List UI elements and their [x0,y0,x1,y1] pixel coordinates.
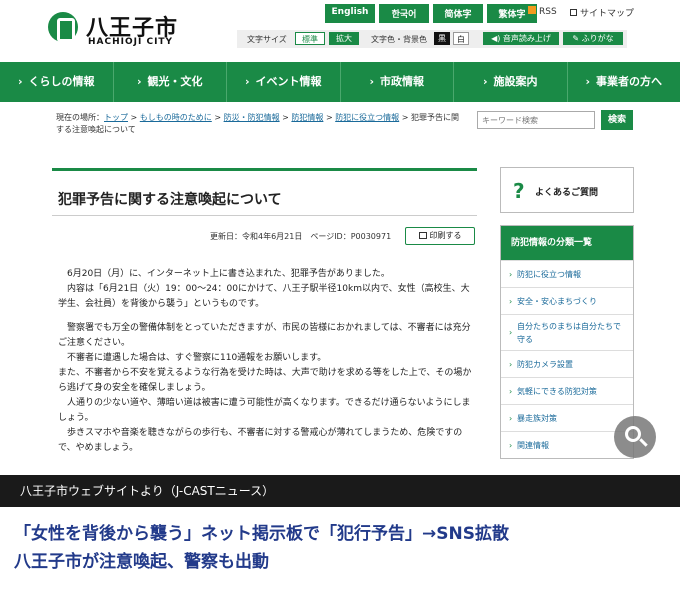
article: 犯罪予告に関する注意喚起について 更新日：令和4年6月21日 ページID：P00… [52,168,477,475]
page-id: ページID：P0030971 [310,232,392,241]
breadcrumb-prefix: 現在の場所： [56,113,104,122]
updated-date: 更新日：令和4年6月21日 [210,232,303,241]
breadcrumb-link-top[interactable]: トップ [104,113,128,122]
lang-simplified-chinese[interactable]: 简体字 [433,4,483,23]
main-nav: くらしの情報 観光・文化 イベント情報 市政情報 施設案内 事業者の方へ [0,62,680,102]
category-list: 防犯情報の分類一覧 防犯に役立つ情報 安全・安心まちづくり 自分たちのまちは自分… [500,225,634,459]
furigana-button[interactable]: ✎ ふりがな [563,32,623,45]
color-label: 文字色・背景色 [371,35,427,44]
sitemap-icon [570,9,577,16]
print-label: 印刷する [429,231,462,240]
category-item[interactable]: 自分たちのまちは自分たちで守る [501,314,633,350]
color-white-button[interactable]: 白 [453,32,469,45]
rss-link[interactable]: RSS [528,6,557,17]
printer-icon [418,232,427,239]
article-paragraph: 内容は「6月21日（火）19：00～24：00にかけて、八王子駅半径10km以内… [58,284,470,309]
category-item[interactable]: 暴走族対策 [501,404,633,431]
read-aloud-button[interactable]: ◀) 音声読み上げ [483,32,559,45]
breadcrumb-separator: > [130,113,138,122]
screenshot-frame: 八王子市 HACHIOJI CITY English 한국어 简体字 繁体字 R… [0,0,680,590]
search-input[interactable] [477,111,595,129]
article-paragraph: 人通りの少ない道や、薄暗い道は被害に遭う可能性が高くなります。できるだけ通らない… [58,398,471,423]
pencil-icon: ✎ [572,34,580,43]
breadcrumb-link-emergency[interactable]: もしもの時のために [140,113,212,122]
headline-line-1: 「女性を背後から襲う」ネット掲示板で「犯行予告」→SNS拡散 [14,524,509,544]
category-item[interactable]: 防犯に役立つ情報 [501,260,633,287]
breadcrumb-link-disaster[interactable]: 防災・防犯情報 [224,113,280,122]
color-black-button[interactable]: 黒 [434,32,450,45]
breadcrumb-link-crime[interactable]: 防犯情報 [291,113,323,122]
category-item[interactable]: 安全・安心まちづくり [501,287,633,314]
font-size-label: 文字サイズ [247,35,287,44]
rss-label: RSS [539,7,557,17]
nav-living[interactable]: くらしの情報 [0,62,114,102]
zoom-in-icon[interactable] [614,416,656,458]
nav-city-info[interactable]: 市政情報 [341,62,454,102]
page-title: 犯罪予告に関する注意喚起について [58,192,282,208]
headline-line-2: 八王子市が注意喚起、警察も出動 [14,552,269,572]
nav-events[interactable]: イベント情報 [227,62,341,102]
article-body: 6月20日（月）に、インターネット上に書き込まれた、犯罪予告がありました。 内容… [58,267,476,456]
faq-link[interactable]: ? よくあるご質問 [500,167,634,213]
lang-korean[interactable]: 한국어 [379,4,429,23]
article-paragraph: また、不審者から不安を覚えるような行為を受けた時は、大声で助けを求める等をした上… [58,368,472,393]
breadcrumb-separator: > [401,113,409,122]
category-title: 防犯情報の分類一覧 [501,226,633,260]
breadcrumb-link-useful[interactable]: 防犯に役立つ情報 [335,113,399,122]
breadcrumb-separator: > [214,113,222,122]
article-paragraph: 警察署でも万全の警備体制をとっていただきますが、市民の皆様におかれましては、不審… [58,323,471,348]
category-item[interactable]: 気軽にできる防犯対策 [501,377,633,404]
zoom-handle [639,438,648,447]
sidebar: ? よくあるご質問 防犯情報の分類一覧 防犯に役立つ情報 安全・安心まちづくり … [500,167,634,459]
main-content: 犯罪予告に関する注意喚起について 更新日：令和4年6月21日 ページID：P00… [0,150,680,475]
site-header: 八王子市 HACHIOJI CITY English 한국어 简体字 繁体字 R… [0,0,680,62]
article-paragraph: 6月20日（月）に、インターネット上に書き込まれた、犯罪予告がありました。 [67,269,390,279]
lang-english[interactable]: English [325,4,375,23]
search-button[interactable]: 検索 [601,110,633,130]
nav-business[interactable]: 事業者の方へ [568,62,680,102]
image-caption: 八王子市ウェブサイトより（J-CASTニュース） [0,475,680,507]
furigana-label: ふりがな [581,34,614,43]
city-name-en: HACHIOJI CITY [88,37,174,47]
title-divider [52,215,477,216]
font-size-large-button[interactable]: 拡大 [329,32,359,45]
article-paragraph: 不審者に遭遇した場合は、すぐ警察に110通報をお願いします。 [67,353,327,363]
speaker-icon: ◀) [491,34,501,43]
breadcrumb-separator: > [325,113,333,122]
nav-facilities[interactable]: 施設案内 [454,62,568,102]
accessibility-toolbar: 文字サイズ 標準 拡大 文字色・背景色 黒 白 ◀) 音声読み上げ ✎ ふりがな [237,30,627,48]
nav-tourism[interactable]: 観光・文化 [114,62,227,102]
city-logo-icon[interactable] [48,12,78,42]
font-size-standard-button[interactable]: 標準 [295,32,325,45]
read-aloud-label: 音声読み上げ [502,34,551,43]
breadcrumb: 現在の場所：トップ > もしもの時のために > 防災・防犯情報 > 防犯情報 >… [56,112,466,136]
faq-label: よくあるご質問 [535,188,599,198]
print-button[interactable]: 印刷する [405,227,475,245]
article-meta: 更新日：令和4年6月21日 ページID：P0030971 [210,231,391,242]
sitemap-link[interactable]: サイトマップ [570,6,634,19]
article-paragraph: 歩きスマホや音楽を聴きながらの歩行も、不審者に対する警戒心が薄れてしまうため、危… [58,428,463,453]
question-icon: ? [513,179,525,203]
language-links: English 한국어 简体字 繁体字 [325,4,537,23]
news-headline[interactable]: 「女性を背後から襲う」ネット掲示板で「犯行予告」→SNS拡散 八王子市が注意喚起… [14,520,664,576]
sitemap-label: サイトマップ [580,9,635,19]
breadcrumb-separator: > [282,113,289,122]
category-item[interactable]: 防犯カメラ設置 [501,350,633,377]
rss-icon [528,6,536,14]
